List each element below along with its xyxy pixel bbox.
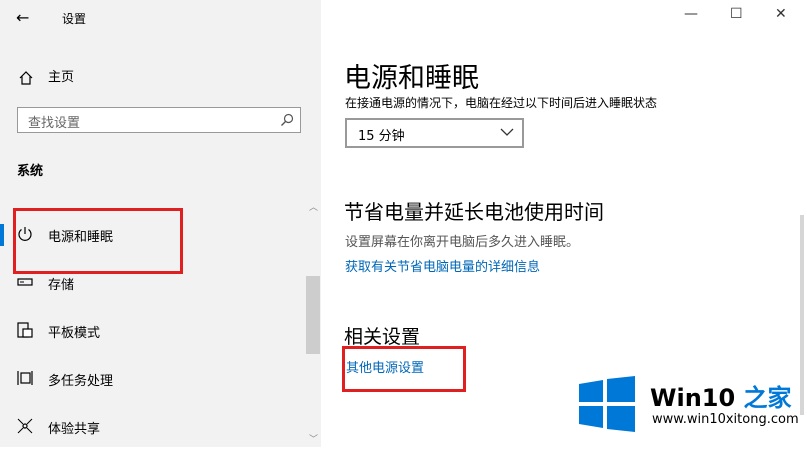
- window-title: 设置: [62, 12, 87, 26]
- page-title: 电源和睡眠: [344, 63, 479, 94]
- home-label: 主页: [48, 70, 75, 85]
- tablet-mode-icon: [17, 322, 33, 338]
- sidebar-item-label: 多任务处理: [48, 374, 114, 389]
- watermark-brand: Win10 之家: [650, 378, 792, 413]
- highlight-box: [342, 346, 466, 392]
- minimize-button[interactable]: —: [684, 6, 698, 22]
- related-settings-heading: 相关设置: [344, 326, 421, 348]
- storage-icon: [17, 278, 33, 286]
- search-placeholder: 查找设置: [28, 116, 81, 131]
- scroll-down-arrow-icon[interactable]: ﹀: [309, 432, 318, 445]
- home-link[interactable]: 主页: [18, 66, 74, 86]
- windows-logo-icon: [579, 376, 635, 432]
- sidebar-item-shared-experiences[interactable]: 体验共享: [0, 405, 305, 449]
- scroll-up-arrow-icon[interactable]: ︿: [309, 200, 318, 213]
- maximize-button[interactable]: ☐: [730, 6, 743, 22]
- section-heading: 系统: [17, 164, 44, 179]
- back-button[interactable]: ←: [16, 8, 29, 27]
- sleep-description: 在接通电源的情况下，电脑在经过以下时间后进入睡眠状态: [345, 96, 658, 110]
- watermark-url: www.win10xitong.com: [652, 412, 799, 427]
- sidebar-item-multitasking[interactable]: 多任务处理: [0, 357, 305, 401]
- highlight-box: [13, 208, 183, 274]
- search-icon: [281, 113, 294, 126]
- sidebar-item-label: 平板模式: [48, 326, 101, 341]
- sidebar-item-label: 存储: [48, 278, 75, 293]
- sidebar-item-tablet-mode[interactable]: 平板模式: [0, 309, 305, 353]
- sleep-timeout-value: 15 分钟: [358, 129, 405, 144]
- brand-suffix: 之家: [743, 384, 792, 412]
- multitasking-icon: [17, 371, 33, 385]
- save-power-heading: 节省电量并延长电池使用时间: [344, 200, 604, 224]
- save-power-info-link[interactable]: 获取有关节省电脑电量的详细信息: [345, 256, 540, 275]
- scroll-thumb[interactable]: [306, 276, 320, 354]
- brand-prefix: Win10: [650, 384, 736, 412]
- sidebar-item-label: 体验共享: [48, 422, 101, 437]
- shared-experiences-icon: [17, 418, 33, 434]
- settings-sidebar: ← 设置 主页 查找设置 系统 ︿ ﹀ 电源和睡眠 存储 平板模式 多任务处理 …: [0, 0, 321, 447]
- save-power-description: 设置屏幕在你离开电脑后多久进入睡眠。: [345, 235, 580, 250]
- chevron-down-icon: [500, 128, 514, 136]
- close-button[interactable]: ✕: [775, 6, 787, 22]
- content-scrollbar[interactable]: [800, 215, 804, 415]
- sleep-timeout-select[interactable]: 15 分钟: [345, 118, 524, 148]
- home-icon: [19, 70, 33, 85]
- search-input[interactable]: 查找设置: [17, 107, 301, 133]
